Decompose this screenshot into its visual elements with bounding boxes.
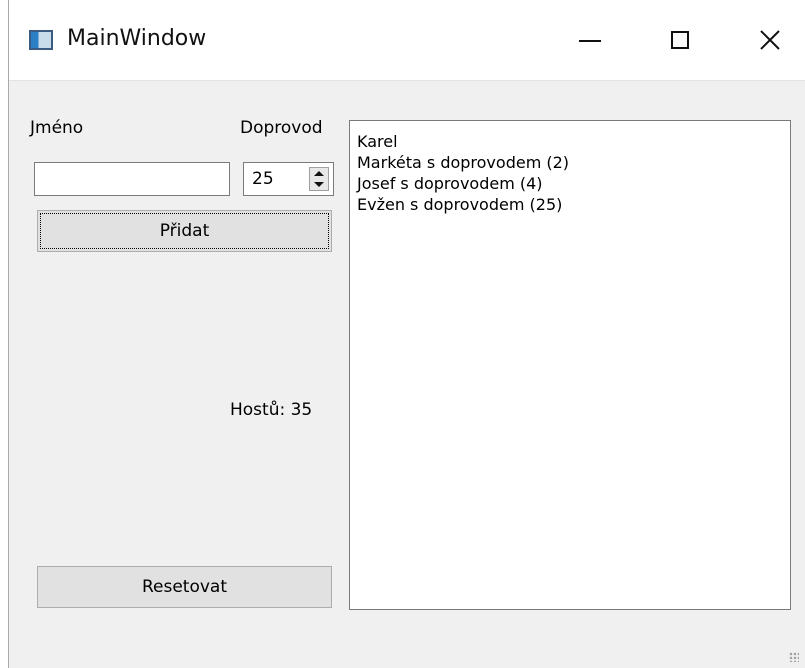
escort-label: Doprovod [240,118,323,138]
guest-list[interactable]: Karel Markéta s doprovodem (2) Josef s d… [349,120,791,610]
list-item[interactable]: Markéta s doprovodem (2) [357,152,790,173]
arrow-down-icon [314,182,324,187]
name-label: Jméno [30,118,84,138]
name-input[interactable] [34,162,230,196]
list-item[interactable]: Evžen s doprovodem (25) [357,194,790,215]
guests-count-label: Hostů: 35 [230,400,313,420]
close-button[interactable] [725,0,805,80]
reset-button[interactable]: Resetovat [37,566,332,608]
minimize-icon [579,40,601,42]
escort-value[interactable]: 25 [252,169,274,189]
menu-bar [9,80,805,97]
resize-grip[interactable] [789,652,799,662]
close-icon [760,30,780,50]
add-button[interactable]: Přidat [37,210,332,252]
escort-spinbox[interactable]: 25 [243,162,334,196]
maximize-icon [671,31,689,49]
arrow-up-icon [314,171,324,176]
list-item[interactable]: Karel [357,131,790,152]
spin-up-button[interactable] [310,168,328,179]
maximize-button[interactable] [635,0,725,80]
minimize-button[interactable] [545,0,635,80]
title-bar[interactable]: MainWindow [9,0,805,80]
list-item[interactable]: Josef s doprovodem (4) [357,173,790,194]
main-window: MainWindow Jméno Doprovod 25 Přidat Host… [8,0,805,668]
app-window-icon [29,30,53,50]
spin-buttons [309,167,329,191]
spin-down-button[interactable] [310,179,328,190]
window-title: MainWindow [67,26,207,51]
